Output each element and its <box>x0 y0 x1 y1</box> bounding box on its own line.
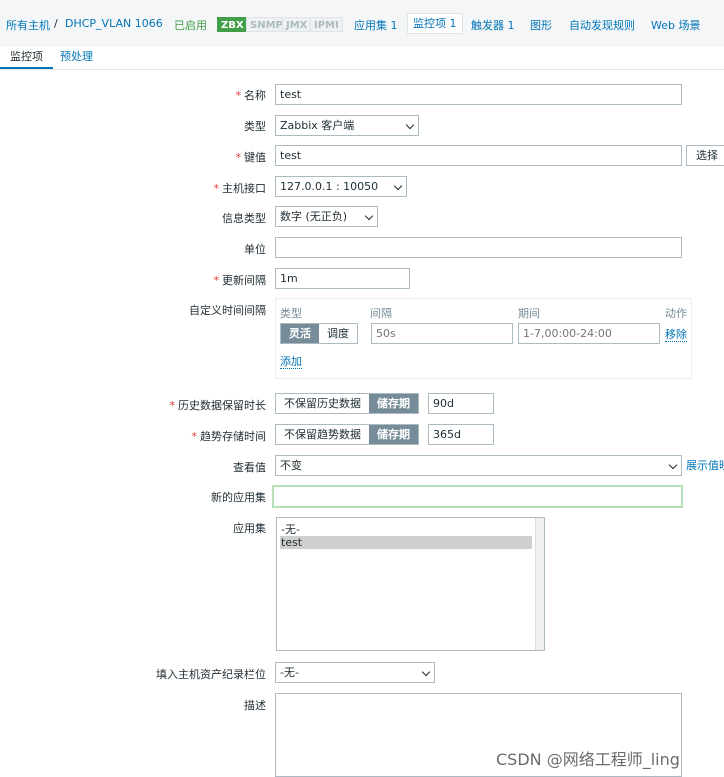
select-key-button[interactable]: 选择 <box>686 145 724 166</box>
name-input[interactable]: test <box>275 84 682 105</box>
flexible-option[interactable]: 灵活 <box>281 324 319 343</box>
history-period-input[interactable]: 90d <box>428 393 494 414</box>
breadcrumb-all-hosts[interactable]: 所有主机 <box>6 17 50 33</box>
interface-select[interactable]: 127.0.0.1 : 10050 <box>275 176 407 197</box>
required-marker: * <box>191 430 198 443</box>
custom-col-period: 期间 <box>518 307 540 320</box>
history-storage-period-option[interactable]: 储存期 <box>369 394 418 413</box>
key-label: * 键值 <box>235 151 267 164</box>
nav-discovery-rules[interactable]: 自动发现规则 <box>569 17 635 33</box>
history-label: * 历史数据保留时长 <box>169 399 267 412</box>
csdn-watermark: CSDN @网络工程师_ling <box>496 750 680 769</box>
application-option-none[interactable]: -无- <box>280 523 532 536</box>
key-input[interactable]: test <box>275 145 682 166</box>
chevron-down-icon <box>364 211 374 221</box>
applications-listbox[interactable]: -无- test <box>276 517 545 651</box>
custom-period-input[interactable] <box>518 323 660 344</box>
type-label: 类型 <box>244 120 266 133</box>
trends-label: * 趋势存储时间 <box>191 430 267 443</box>
update-interval-input[interactable]: 1m <box>275 268 410 289</box>
host-status-enabled[interactable]: 已启用 <box>174 17 207 33</box>
form-tabs: 监控项 预处理 <box>0 46 724 70</box>
custom-type-toggle[interactable]: 灵活 调度 <box>280 323 358 344</box>
description-label: 描述 <box>244 699 266 712</box>
chevron-down-icon <box>421 667 431 677</box>
required-marker: * <box>213 182 220 195</box>
custom-col-action: 动作 <box>665 307 687 320</box>
inventory-field-label: 填入主机资产纪录栏位 <box>156 668 266 681</box>
type-select[interactable]: Zabbix 客户端 <box>275 115 419 136</box>
inventory-field-select[interactable]: -无- <box>275 662 435 683</box>
do-not-keep-trends-option[interactable]: 不保留趋势数据 <box>276 425 369 444</box>
custom-col-type: 类型 <box>280 307 302 320</box>
host-navigation: 所有主机 / DHCP_VLAN 1066 已启用 ZBX SNMP JMX I… <box>0 0 724 46</box>
show-value-mappings-link[interactable]: 展示值映 <box>686 459 724 472</box>
chevron-down-icon <box>405 120 415 130</box>
custom-interval-input[interactable] <box>371 323 513 344</box>
required-marker: * <box>235 89 242 102</box>
tab-preprocessing[interactable]: 预处理 <box>60 48 93 69</box>
custom-intervals-table: 类型 间隔 期间 动作 灵活 调度 移除 添加 <box>275 298 692 379</box>
name-label: * 名称 <box>235 89 267 102</box>
breadcrumb-host[interactable]: DHCP_VLAN 1066 <box>65 17 163 30</box>
trends-storage-period-option[interactable]: 储存期 <box>369 425 418 444</box>
interface-label: * 主机接口 <box>213 182 267 195</box>
chevron-down-icon <box>393 181 403 191</box>
nav-graphs[interactable]: 图形 <box>530 17 552 33</box>
trends-period-input[interactable]: 365d <box>428 424 494 445</box>
nav-applications[interactable]: 应用集 1 <box>354 17 398 33</box>
new-application-label: 新的应用集 <box>211 491 266 504</box>
listbox-scrollbar[interactable] <box>535 518 544 650</box>
ipmi-availability-tag: IPMI <box>310 17 343 32</box>
info-type-select[interactable]: 数字 (无正负) <box>275 206 378 227</box>
units-input[interactable] <box>275 237 682 258</box>
scheduling-option[interactable]: 调度 <box>319 324 357 343</box>
chevron-down-icon <box>668 460 678 470</box>
info-type-label: 信息类型 <box>222 212 266 225</box>
application-option-test[interactable]: test <box>280 536 532 549</box>
required-marker: * <box>213 274 220 287</box>
nav-web-scenarios[interactable]: Web 场景 <box>651 17 700 33</box>
trends-mode-toggle[interactable]: 不保留趋势数据 储存期 <box>275 424 419 445</box>
custom-intervals-label: 自定义时间间隔 <box>189 304 266 317</box>
do-not-keep-history-option[interactable]: 不保留历史数据 <box>276 394 369 413</box>
new-application-input[interactable] <box>272 485 683 508</box>
jmx-availability-tag: JMX <box>282 17 312 32</box>
update-interval-label: * 更新间隔 <box>213 274 267 287</box>
remove-interval-link[interactable]: 移除 <box>665 328 687 342</box>
nav-triggers[interactable]: 触发器 1 <box>471 17 515 33</box>
nav-items-active[interactable]: 监控项 1 <box>407 13 463 34</box>
applications-label: 应用集 <box>233 522 266 535</box>
zbx-availability-tag: ZBX <box>217 17 248 32</box>
tab-item[interactable]: 监控项 <box>0 48 53 69</box>
snmp-availability-tag: SNMP <box>246 17 287 32</box>
value-map-label: 查看值 <box>233 461 266 474</box>
units-label: 单位 <box>244 243 266 256</box>
custom-col-interval: 间隔 <box>370 307 392 320</box>
value-map-select[interactable]: 不变 <box>275 455 682 476</box>
breadcrumb-separator: / <box>54 17 58 30</box>
add-interval-link[interactable]: 添加 <box>280 355 302 369</box>
required-marker: * <box>169 399 176 412</box>
history-mode-toggle[interactable]: 不保留历史数据 储存期 <box>275 393 419 414</box>
required-marker: * <box>235 151 242 164</box>
